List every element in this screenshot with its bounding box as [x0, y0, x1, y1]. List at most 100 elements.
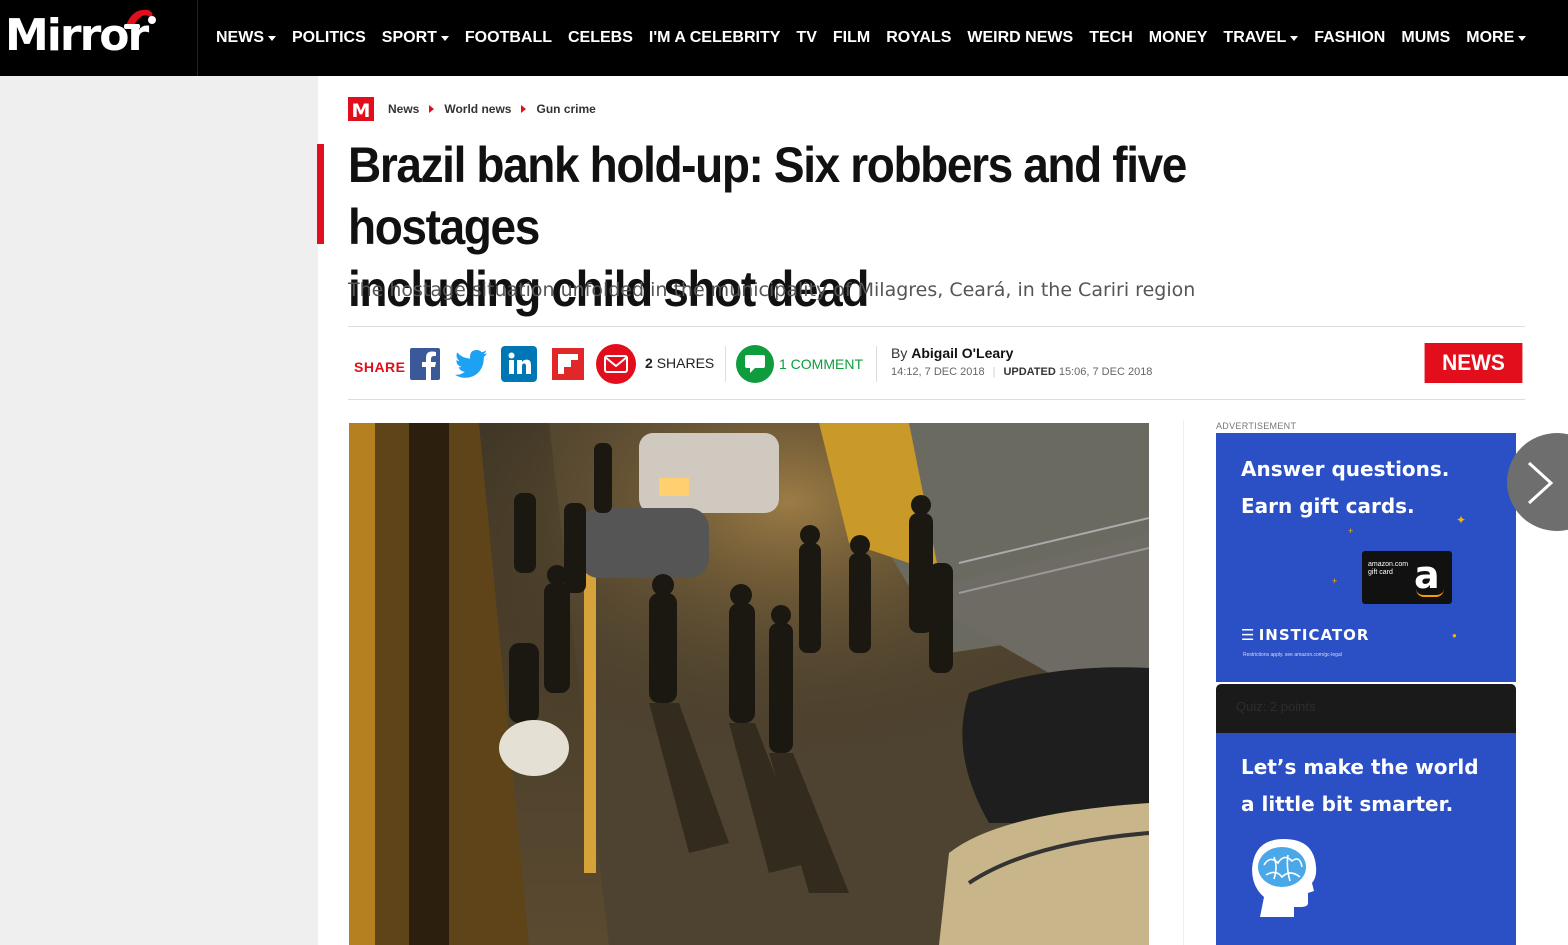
divider [876, 346, 877, 382]
nav-item-money[interactable]: MONEY [1149, 29, 1208, 47]
nav-item-label: WEIRD NEWS [967, 29, 1074, 46]
advertisement-quiz[interactable]: Let’s make the world a little bit smarte… [1216, 733, 1516, 945]
amazon-smile-icon [1416, 589, 1444, 597]
sidebar-divider [1183, 420, 1184, 945]
caret-down-icon [440, 35, 449, 41]
nav-item-sport[interactable]: SPORT [382, 29, 449, 47]
nav-item-tv[interactable]: TV [796, 29, 816, 47]
comment-count-link[interactable]: 1 COMMENT [779, 356, 863, 372]
quiz-headline-2: a little bit smarter. [1241, 792, 1454, 816]
nav-item-politics[interactable]: POLITICS [292, 29, 366, 47]
facebook-icon [410, 348, 440, 380]
caret-down-icon [1518, 35, 1527, 41]
facebook-share-button[interactable] [407, 346, 443, 382]
nav-item-fashion[interactable]: FASHION [1314, 29, 1385, 47]
nav-item-label: MUMS [1401, 29, 1451, 46]
updated-time: 15:06, 7 DEC 2018 [1058, 366, 1153, 378]
site-logo[interactable]: Mirror [0, 0, 198, 76]
headline-line-1: Brazil bank hold-up: Six robbers and fiv… [348, 137, 1187, 255]
twitter-share-button[interactable] [453, 346, 489, 382]
nav-item-i-m-a-celebrity[interactable]: I'M A CELEBRITY [649, 29, 781, 47]
nav-item-royals[interactable]: ROYALS [886, 29, 951, 47]
share-bar: SHARE 2 SHARES 1 COMMENT By Abigail O'Le… [348, 336, 1525, 392]
insticator-logo: ☰ INSTICATOR [1241, 626, 1370, 644]
nav-item-label: NEWS [216, 29, 264, 46]
nav-item-more[interactable]: MORE [1466, 29, 1527, 47]
nav-item-news[interactable]: NEWS [216, 29, 276, 47]
sparkle-icon: + [1332, 576, 1338, 586]
twitter-icon [455, 350, 487, 378]
nav-item-mums[interactable]: MUMS [1401, 29, 1450, 47]
nav-item-label: TV [796, 29, 817, 46]
linkedin-icon [501, 346, 537, 382]
divider [725, 346, 726, 382]
nav-item-label: TECH [1089, 29, 1133, 46]
amazon-gift-card: amazon.com gift card a [1362, 551, 1452, 604]
nav-item-label: CELEBS [568, 29, 633, 46]
updated-label: UPDATED [1003, 366, 1056, 378]
divider [348, 399, 1525, 400]
santa-hat-icon [124, 9, 156, 29]
chevron-right-icon [1527, 461, 1554, 505]
breadcrumb-arrow-icon [521, 105, 527, 113]
ad-headline-2: Earn gift cards. [1241, 494, 1415, 518]
hero-photo [349, 423, 1149, 945]
nav-item-label: FASHION [1314, 29, 1386, 46]
nav-item-film[interactable]: FILM [833, 29, 870, 47]
nav-item-celebs[interactable]: CELEBS [568, 29, 633, 47]
flipboard-share-button[interactable] [550, 346, 586, 382]
nav-item-label: POLITICS [292, 29, 366, 46]
author-link[interactable]: Abigail O'Leary [911, 345, 1013, 361]
ad-fine-print: Restrictions apply. see amazon.com/gc-le… [1243, 652, 1342, 658]
comment-bubble-icon [745, 355, 765, 373]
share-count: 2 SHARES [645, 355, 715, 371]
nav-item-football[interactable]: FOOTBALL [465, 29, 552, 47]
email-share-button[interactable] [596, 344, 636, 384]
quiz-header: Quiz: 2 points [1216, 684, 1516, 733]
linkedin-share-button[interactable] [501, 346, 537, 382]
nav-item-label: MORE [1466, 29, 1515, 46]
quiz-points-label: Quiz: 2 points [1236, 699, 1316, 714]
nav-item-weird-news[interactable]: WEIRD NEWS [967, 29, 1073, 47]
nav-item-label: FILM [832, 29, 871, 46]
headline-accent-bar [317, 144, 324, 244]
nav-item-tech[interactable]: TECH [1089, 29, 1133, 47]
breadcrumb-arrow-icon [429, 105, 435, 113]
breadcrumb-item-news[interactable]: News [388, 102, 419, 116]
sparkle-icon: + [1348, 526, 1354, 536]
breadcrumb-item-world-news[interactable]: World news [444, 102, 511, 116]
gift-card-text: amazon.com gift card [1368, 561, 1409, 576]
divider [348, 326, 1525, 327]
advertisement-insticator[interactable]: Answer questions. Earn gift cards. ✦ + +… [1216, 433, 1516, 682]
breadcrumb-item-gun-crime[interactable]: Gun crime [536, 102, 595, 116]
ad-headline-1: Answer questions. [1241, 457, 1450, 481]
caret-down-icon [1290, 35, 1299, 41]
main-menu: NEWS POLITICS SPORT FOOTBALL CELEBS I'M A CEL… [216, 0, 1542, 76]
breadcrumb: M News World news Gun crime [348, 97, 596, 122]
nav-item-label: TRAVEL [1223, 29, 1287, 46]
byline: By Abigail O'Leary [891, 345, 1014, 361]
article-hero-image[interactable] [349, 423, 1149, 945]
sparkle-icon: ● [1452, 631, 1457, 640]
quiz-headline-1: Let’s make the world [1241, 755, 1479, 779]
article-standfirst: The hostage situation unfolded in the mu… [348, 279, 1196, 301]
share-label: SHARE [354, 359, 406, 375]
nav-item-label: I'M A CELEBRITY [648, 29, 781, 46]
nav-item-label: MONEY [1148, 29, 1208, 46]
mirror-m-logo[interactable]: M [348, 97, 374, 122]
published-time: 14:12, 7 DEC 2018 [891, 366, 985, 378]
nav-item-label: FOOTBALL [464, 29, 552, 46]
sparkle-icon: ✦ [1456, 513, 1467, 527]
brain-head-icon [1252, 839, 1317, 917]
nav-item-label: SPORT [381, 29, 437, 46]
comment-button[interactable] [736, 345, 774, 383]
email-icon [596, 344, 636, 384]
advertisement-label: ADVERTISEMENT [1216, 421, 1297, 431]
nav-item-travel[interactable]: TRAVEL [1223, 29, 1299, 47]
article-dates: 14:12, 7 DEC 2018 | UPDATED 15:06, 7 DEC 2… [891, 366, 1153, 378]
section-badge[interactable]: NEWS [1424, 343, 1523, 383]
nav-item-label: ROYALS [886, 29, 952, 46]
flipboard-icon [552, 348, 584, 380]
top-navigation: Mirror NEWS POLITICS SPORT FOOTBALL CELEBS I'… [0, 0, 1568, 76]
caret-down-icon [268, 35, 276, 41]
